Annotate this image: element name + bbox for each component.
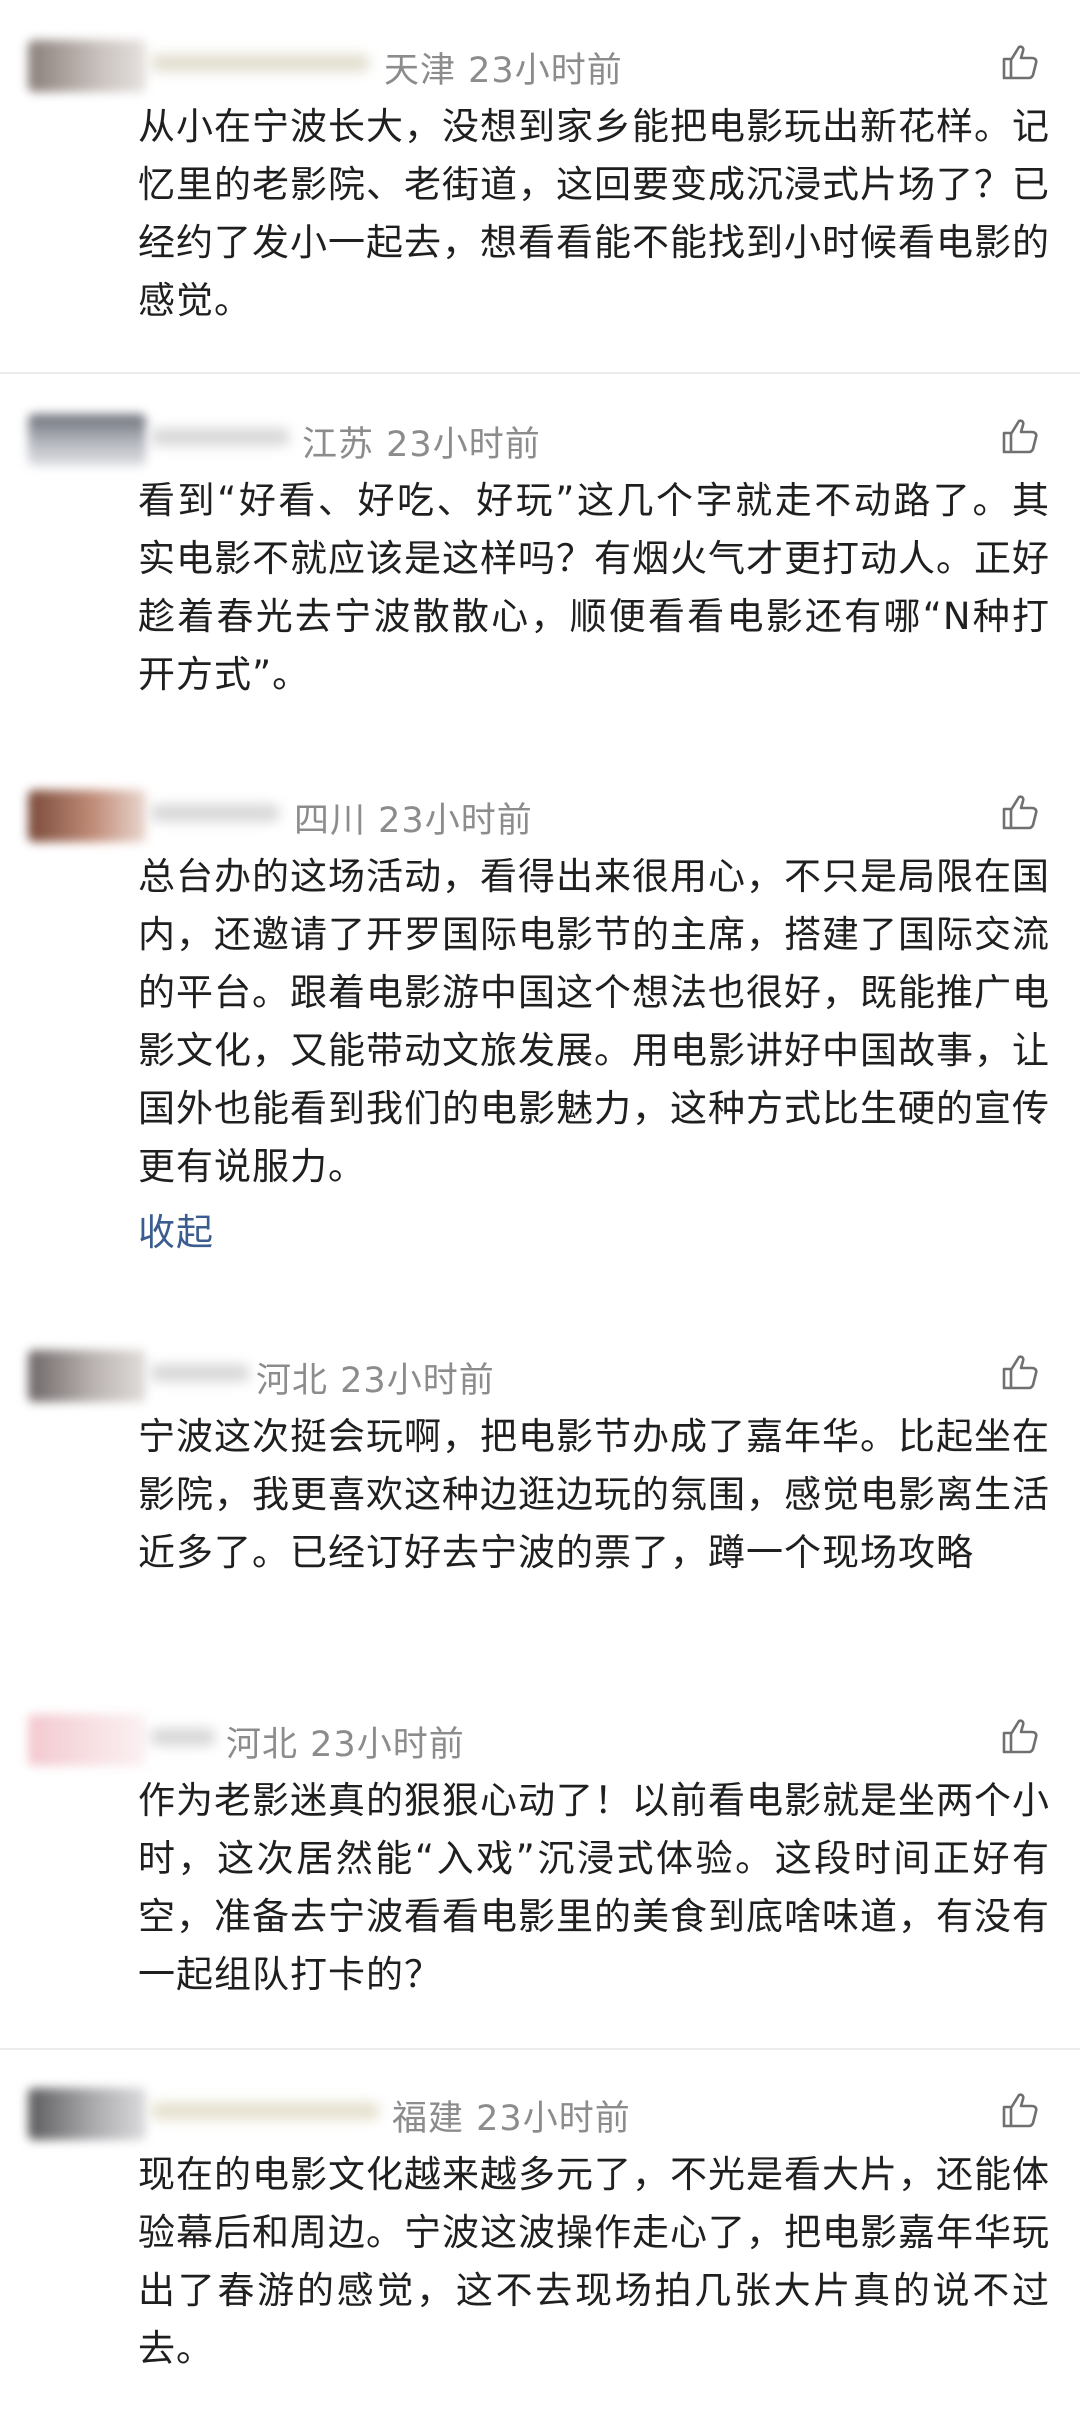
comment-location: 天津: [384, 51, 457, 91]
avatar[interactable]: [28, 1714, 146, 1766]
comment-time: 23小时前: [476, 2099, 631, 2139]
username-blurred[interactable]: [150, 1728, 216, 1746]
comment-meta: 福建 23小时前: [392, 2090, 631, 2141]
comment-location: 江苏: [302, 425, 375, 465]
thumbs-up-icon[interactable]: [1000, 1352, 1040, 1392]
comment-text: 看到“好看、好吃、好玩”这几个字就走不动路了。其实电影不就应该是这样吗？有烟火气…: [138, 479, 1050, 696]
comment-meta: 四川 23小时前: [294, 792, 533, 843]
avatar[interactable]: [28, 790, 146, 842]
comment-meta: 天津 23小时前: [384, 42, 623, 93]
username-blurred[interactable]: [150, 1364, 250, 1382]
comment-item: 四川 23小时前 总台办的这场活动，看得出来很用心，不只是局限在国内，还邀请了开…: [0, 778, 1080, 1278]
comment-location: 四川: [294, 801, 367, 841]
avatar[interactable]: [28, 414, 146, 466]
avatar[interactable]: [28, 40, 146, 92]
thumbs-up-icon[interactable]: [1000, 792, 1040, 832]
comment-location: 福建: [392, 2099, 465, 2139]
comment-time: 23小时前: [378, 801, 533, 841]
comment-location: 河北: [256, 1361, 329, 1401]
comment-item: 天津 23小时前 从小在宁波长大，没想到家乡能把电影玩出新花样。记忆里的老影院、…: [0, 28, 1080, 358]
comment-item: 河北 23小时前 作为老影迷真的狠狠心动了！以前看电影就是坐两个小时，这次居然能…: [0, 1702, 1080, 2032]
username-blurred[interactable]: [150, 804, 280, 822]
comment-meta: 河北 23小时前: [256, 1352, 495, 1403]
comment-divider: [0, 2048, 1080, 2050]
thumbs-up-icon[interactable]: [1000, 2090, 1040, 2130]
username-blurred[interactable]: [150, 428, 290, 446]
comment-text: 现在的电影文化越来越多元了，不光是看大片，还能体验幕后和周边。宁波这波操作走心了…: [138, 2153, 1050, 2370]
comment-text: 从小在宁波长大，没想到家乡能把电影玩出新花样。记忆里的老影院、老街道，这回要变成…: [138, 105, 1050, 322]
username-blurred[interactable]: [150, 2102, 380, 2120]
comment-time: 23小时前: [340, 1361, 495, 1401]
comment-time: 23小时前: [386, 425, 541, 465]
comment-divider: [0, 372, 1080, 374]
comment-time: 23小时前: [468, 51, 623, 91]
comment-meta: 河北 23小时前: [226, 1716, 465, 1767]
comment-time: 23小时前: [310, 1725, 465, 1765]
comment-text: 宁波这次挺会玩啊，把电影节办成了嘉年华。比起坐在影院，我更喜欢这种边逛边玩的氛围…: [138, 1415, 1050, 1574]
comment-item: 江苏 23小时前 看到“好看、好吃、好玩”这几个字就走不动路了。其实电影不就应该…: [0, 402, 1080, 732]
comment-text: 作为老影迷真的狠狠心动了！以前看电影就是坐两个小时，这次居然能“入戏”沉浸式体验…: [138, 1779, 1050, 1996]
avatar[interactable]: [28, 1350, 146, 1402]
username-blurred[interactable]: [150, 54, 370, 72]
comment-item: 福建 23小时前 现在的电影文化越来越多元了，不光是看大片，还能体验幕后和周边。…: [0, 2076, 1080, 2412]
comment-item: 河北 23小时前 宁波这次挺会玩啊，把电影节办成了嘉年华。比起坐在影院，我更喜欢…: [0, 1338, 1080, 1668]
thumbs-up-icon[interactable]: [1000, 42, 1040, 82]
thumbs-up-icon[interactable]: [1000, 416, 1040, 456]
comment-text: 总台办的这场活动，看得出来很用心，不只是局限在国内，还邀请了开罗国际电影节的主席…: [138, 855, 1050, 1188]
avatar[interactable]: [28, 2088, 146, 2140]
thumbs-up-icon[interactable]: [1000, 1716, 1040, 1756]
comment-location: 河北: [226, 1725, 299, 1765]
collapse-link[interactable]: 收起: [138, 1202, 214, 1256]
comment-meta: 江苏 23小时前: [302, 416, 541, 467]
